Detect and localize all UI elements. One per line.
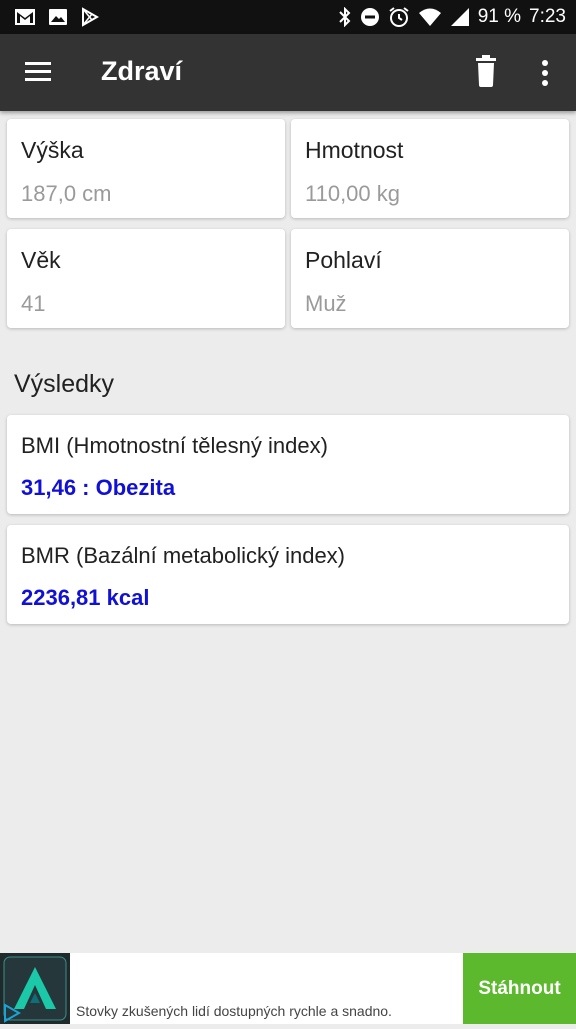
status-bar: 91 % 7:23 — [0, 0, 576, 34]
height-card[interactable]: Výška 187,0 cm — [7, 119, 285, 218]
more-vertical-icon — [542, 60, 548, 86]
gmail-icon — [15, 9, 35, 25]
height-label: Výška — [21, 137, 84, 163]
signal-icon — [450, 8, 469, 26]
system-icons: 91 % 7:23 — [338, 6, 566, 28]
download-button[interactable]: Stáhnout — [463, 953, 576, 1024]
alarm-icon — [389, 7, 409, 27]
gender-card[interactable]: Pohlaví Muž — [291, 229, 569, 328]
image-icon — [49, 9, 67, 25]
ad-choices-icon[interactable] — [2, 1003, 22, 1023]
results-header: Výsledky — [14, 370, 115, 398]
overflow-menu-button[interactable] — [530, 56, 560, 90]
gender-value: Muž — [305, 291, 347, 316]
bmi-result-card: BMI (Hmotnostní tělesný index) 31,46 : O… — [7, 415, 569, 514]
trash-icon — [476, 55, 496, 87]
weight-card[interactable]: Hmotnost 110,00 kg — [291, 119, 569, 218]
do-not-disturb-icon — [360, 8, 379, 26]
hamburger-menu-icon — [25, 62, 51, 81]
battery-percent: 91 % — [477, 6, 522, 27]
ad-text: Stovky zkušených lidí dostupných rychle … — [76, 1003, 392, 1019]
bmi-title: BMI (Hmotnostní tělesný index) — [21, 433, 328, 458]
app-bar: Zdraví — [0, 34, 576, 111]
weight-value: 110,00 kg — [305, 181, 401, 206]
weight-label: Hmotnost — [305, 137, 404, 163]
bmi-value: 31,46 : Obezita — [21, 475, 176, 500]
ad-banner[interactable]: Stovky zkušených lidí dostupných rychle … — [0, 953, 576, 1024]
bmr-value: 2236,81 kcal — [21, 585, 150, 610]
age-value: 41 — [21, 291, 46, 316]
age-label: Věk — [21, 247, 61, 273]
page-title: Zdraví — [101, 56, 183, 86]
bluetooth-icon — [338, 7, 351, 27]
height-value: 187,0 cm — [21, 181, 112, 206]
age-card[interactable]: Věk 41 — [7, 229, 285, 328]
clock: 7:23 — [529, 6, 566, 27]
notification-icons — [14, 7, 100, 27]
bmr-title: BMR (Bazální metabolický index) — [21, 543, 346, 568]
play-store-icon — [82, 7, 100, 27]
wifi-icon — [418, 8, 441, 26]
menu-button[interactable] — [22, 57, 56, 87]
bmr-result-card: BMR (Bazální metabolický index) 2236,81 … — [7, 525, 569, 624]
delete-button[interactable] — [470, 54, 502, 90]
gender-label: Pohlaví — [305, 247, 382, 273]
